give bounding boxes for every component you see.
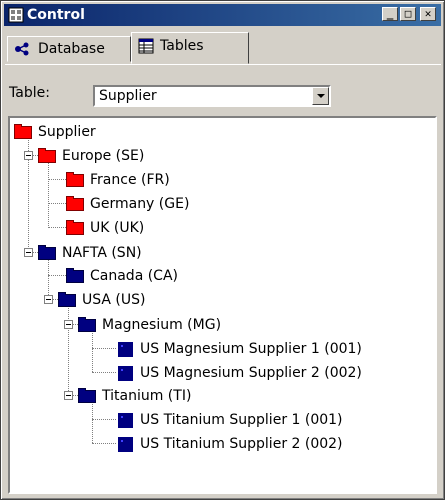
table-icon xyxy=(138,38,154,54)
tree-item-label: USA (US) xyxy=(82,292,146,308)
title-bar[interactable]: Control _ □ ✕ xyxy=(4,4,441,26)
close-button[interactable]: ✕ xyxy=(420,7,436,21)
tree-item-label: Canada (CA) xyxy=(90,268,178,284)
folder-icon xyxy=(38,244,56,260)
tree-item-label: Magnesium (MG) xyxy=(102,317,222,333)
table-icon xyxy=(118,341,133,357)
tab-database-label: Database xyxy=(38,41,105,57)
tree-item-label: NAFTA (SN) xyxy=(62,245,142,261)
folder-icon xyxy=(66,195,84,211)
table-icon xyxy=(118,365,133,381)
chevron-down-icon[interactable] xyxy=(312,87,329,105)
app-icon xyxy=(8,7,24,23)
tab-tables-label: Tables xyxy=(160,38,204,54)
tree-item-label: Supplier xyxy=(38,124,96,140)
tree-item-europe[interactable]: Europe (SE) xyxy=(38,146,144,166)
folder-icon xyxy=(38,147,56,163)
tree-item-ti-supplier-1[interactable]: US Titanium Supplier 1 (001) xyxy=(118,410,343,430)
tree-item-label: France (FR) xyxy=(90,172,170,188)
tree-item-france[interactable]: France (FR) xyxy=(66,170,170,190)
tree-item-label: US Magnesium Supplier 2 (002) xyxy=(140,365,362,381)
database-icon xyxy=(15,42,29,56)
tree-item-ti-supplier-2[interactable]: US Titanium Supplier 2 (002) xyxy=(118,434,343,454)
collapse-magnesium[interactable] xyxy=(64,320,73,329)
supplier-tree[interactable]: Supplier Europe (SE) France (FR) Germany… xyxy=(8,116,437,494)
tree-item-supplier[interactable]: Supplier xyxy=(14,122,96,142)
tree-item-label: US Magnesium Supplier 1 (001) xyxy=(140,341,362,357)
collapse-europe[interactable] xyxy=(24,151,33,160)
tree-item-label: Germany (GE) xyxy=(90,196,190,212)
collapse-nafta[interactable] xyxy=(24,248,33,257)
tree-item-magnesium[interactable]: Magnesium (MG) xyxy=(78,315,221,335)
table-select[interactable]: Supplier xyxy=(93,85,331,107)
folder-icon xyxy=(78,387,96,403)
control-window: Control _ □ ✕ Database Tables Table: Sup… xyxy=(0,0,445,500)
folder-icon xyxy=(14,123,32,139)
collapse-titanium[interactable] xyxy=(64,391,73,400)
tab-divider xyxy=(5,64,441,65)
folder-icon xyxy=(66,171,84,187)
table-select-value: Supplier xyxy=(99,88,157,104)
tree-item-label: UK (UK) xyxy=(90,220,145,236)
tree-item-mg-supplier-1[interactable]: US Magnesium Supplier 1 (001) xyxy=(118,339,362,359)
table-icon xyxy=(118,436,133,452)
tree-item-titanium[interactable]: Titanium (TI) xyxy=(78,386,191,406)
tree-item-mg-supplier-2[interactable]: US Magnesium Supplier 2 (002) xyxy=(118,363,362,383)
tree-item-nafta[interactable]: NAFTA (SN) xyxy=(38,243,142,263)
tree-item-uk[interactable]: UK (UK) xyxy=(66,218,144,238)
window-title: Control xyxy=(27,7,85,23)
minimize-button[interactable]: _ xyxy=(382,7,398,21)
collapse-usa[interactable] xyxy=(44,295,53,304)
folder-icon xyxy=(66,267,84,283)
folder-icon xyxy=(78,316,96,332)
tree-item-germany[interactable]: Germany (GE) xyxy=(66,194,189,214)
table-label: Table: xyxy=(9,85,50,101)
folder-icon xyxy=(66,219,84,235)
maximize-button[interactable]: □ xyxy=(400,7,416,21)
tree-item-label: US Titanium Supplier 2 (002) xyxy=(140,436,343,452)
tree-item-label: US Titanium Supplier 1 (001) xyxy=(140,412,343,428)
tree-item-label: Titanium (TI) xyxy=(102,388,192,404)
table-icon xyxy=(118,412,133,428)
tree-item-label: Europe (SE) xyxy=(62,148,145,164)
tab-tables[interactable]: Tables xyxy=(131,32,249,64)
tree-item-usa[interactable]: USA (US) xyxy=(58,290,145,310)
tab-database[interactable]: Database xyxy=(7,36,131,62)
tree-item-canada[interactable]: Canada (CA) xyxy=(66,266,178,286)
folder-icon xyxy=(58,291,76,307)
